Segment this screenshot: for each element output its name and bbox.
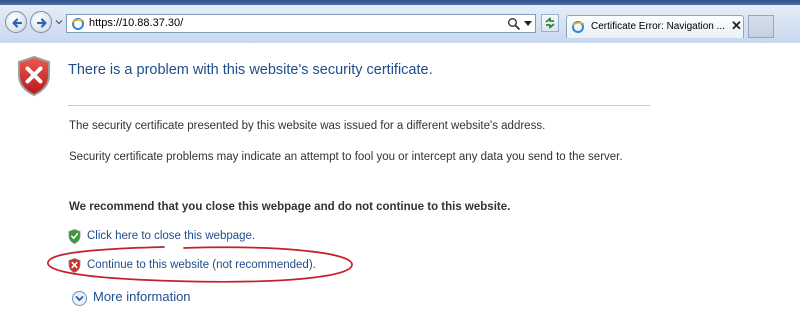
refresh-icon [545, 17, 555, 29]
certificate-warning-text: Security certificate problems may indica… [69, 151, 623, 163]
page-title: There is a problem with this website's s… [68, 62, 433, 78]
forward-button[interactable] [30, 11, 52, 33]
title-divider [68, 105, 650, 106]
address-dropdown-icon[interactable] [524, 21, 532, 27]
close-webpage-link[interactable]: Click here to close this webpage. [87, 230, 255, 242]
recent-pages-dropdown[interactable] [55, 18, 63, 26]
ie-page-icon [571, 21, 585, 33]
chevron-down-circle-icon[interactable] [71, 290, 88, 307]
more-information-link[interactable]: More information [93, 289, 191, 304]
browser-window: https://10.88.37.30/ Certificate Error: … [0, 0, 800, 313]
navigation-toolbar: https://10.88.37.30/ Certificate Error: … [0, 5, 800, 43]
back-arrow-icon [12, 18, 23, 28]
refresh-button[interactable] [541, 14, 559, 32]
search-icon[interactable] [507, 17, 521, 31]
tab-close-icon[interactable]: ✕ [731, 18, 742, 34]
forward-arrow-icon [36, 18, 47, 28]
certificate-error-page: There is a problem with this website's s… [0, 43, 800, 313]
red-circle-annotation [47, 246, 353, 283]
address-url[interactable]: https://10.88.37.30/ [89, 17, 183, 29]
red-shield-x-icon [18, 55, 50, 97]
tab-title: Certificate Error: Navigation ... [591, 21, 725, 32]
ie-page-icon [71, 18, 85, 30]
back-button[interactable] [5, 11, 27, 33]
address-bar[interactable]: https://10.88.37.30/ [66, 14, 536, 33]
green-shield-check-icon [68, 229, 81, 244]
recommendation-text: We recommend that you close this webpage… [69, 201, 511, 213]
certificate-mismatch-text: The security certificate presented by th… [69, 120, 546, 132]
new-tab-button[interactable] [748, 15, 774, 38]
tab-certificate-error[interactable]: Certificate Error: Navigation ... ✕ [566, 15, 744, 38]
